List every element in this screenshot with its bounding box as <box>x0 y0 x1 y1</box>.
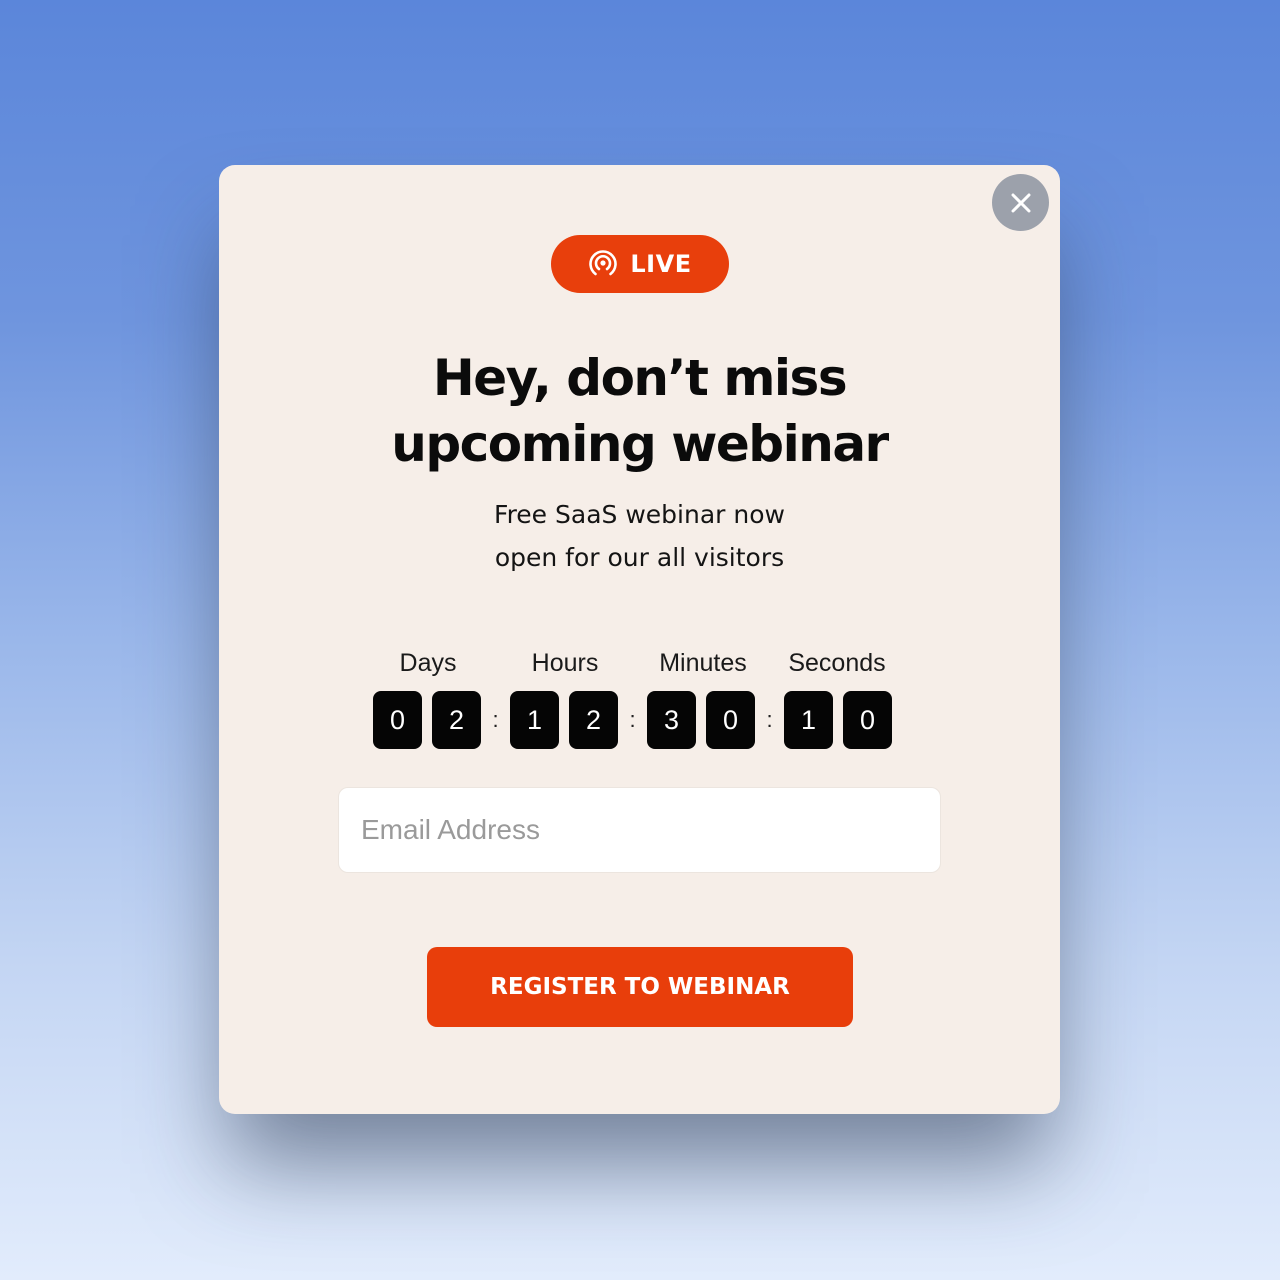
countdown-labels: Days Hours Minutes Seconds <box>373 649 895 685</box>
title-line: Hey, don’t miss <box>432 349 848 407</box>
countdown-separator: : <box>766 707 773 732</box>
register-button[interactable]: REGISTER TO WEBINAR <box>427 947 853 1027</box>
digit-days-ones: 2 <box>432 691 481 749</box>
countdown-label-hours: Hours <box>531 649 599 677</box>
digit-seconds-tens: 1 <box>784 691 833 749</box>
subtitle-line: Free SaaS webinar now <box>494 500 785 529</box>
digit-minutes-tens: 3 <box>647 691 696 749</box>
countdown-separator: : <box>492 707 499 732</box>
title-line: upcoming webinar <box>391 415 889 473</box>
countdown-digits: 0 2 : 1 2 : 3 0 : 1 0 <box>373 691 892 749</box>
popup-title: Hey, don’t miss upcoming webinar <box>219 345 1060 477</box>
close-icon <box>1011 193 1030 212</box>
countdown-label-days: Days <box>399 649 457 677</box>
countdown-label-seconds: Seconds <box>788 649 886 677</box>
countdown-timer: Days Hours Minutes Seconds 0 2 : 1 2 : 3… <box>373 649 895 749</box>
broadcast-icon <box>589 250 618 276</box>
live-badge: LIVE <box>551 235 729 293</box>
digit-minutes-ones: 0 <box>706 691 755 749</box>
live-badge-label: LIVE <box>630 250 692 278</box>
close-button[interactable] <box>992 174 1049 231</box>
countdown-separator: : <box>629 707 636 732</box>
digit-days-tens: 0 <box>373 691 422 749</box>
digit-seconds-ones: 0 <box>843 691 892 749</box>
countdown-label-minutes: Minutes <box>659 649 747 677</box>
popup-subtitle: Free SaaS webinar now open for our all v… <box>219 493 1060 579</box>
webinar-popup-modal: LIVE Hey, don’t miss upcoming webinar Fr… <box>219 165 1060 1114</box>
subtitle-line: open for our all visitors <box>494 543 785 572</box>
digit-hours-tens: 1 <box>510 691 559 749</box>
email-input[interactable] <box>338 787 941 873</box>
digit-hours-ones: 2 <box>569 691 618 749</box>
